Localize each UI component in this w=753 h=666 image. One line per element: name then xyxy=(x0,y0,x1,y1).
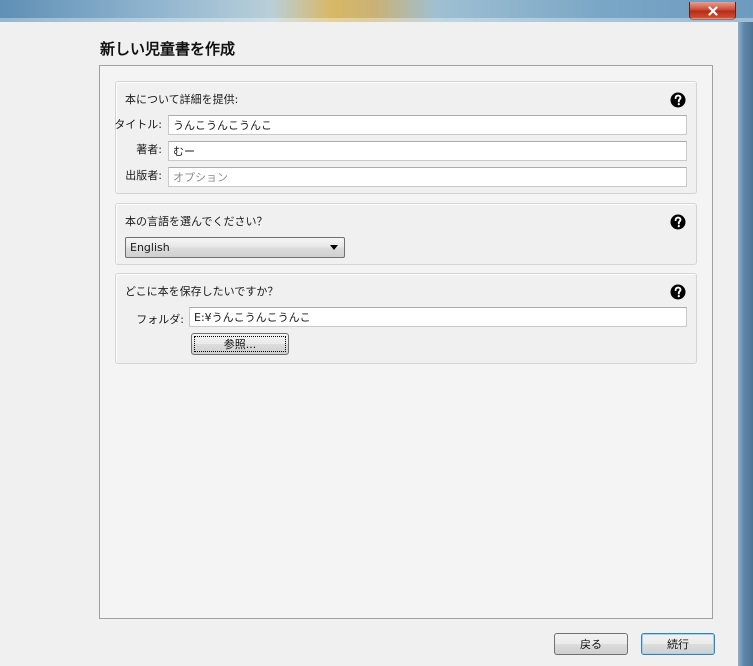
language-title: 本の言語を選んでください？ xyxy=(125,215,268,228)
book-details-title: 本について詳細を提供: xyxy=(125,93,239,106)
back-button[interactable]: 戻る xyxy=(554,633,628,655)
language-group: 本の言語を選んでください？ English xyxy=(115,203,697,265)
window-frame-right xyxy=(738,22,753,666)
help-icon[interactable] xyxy=(670,284,686,300)
help-icon[interactable] xyxy=(670,92,686,108)
publisher-label: 出版者: xyxy=(125,169,162,182)
page-title: 新しい児童書を作成 xyxy=(100,40,236,58)
language-select[interactable]: English xyxy=(125,237,345,258)
window-close-button[interactable] xyxy=(689,2,736,20)
close-icon xyxy=(707,5,718,16)
publisher-input[interactable]: オプション xyxy=(168,167,687,187)
language-select-value: English xyxy=(130,241,170,254)
title-bar xyxy=(0,0,753,22)
author-input[interactable]: むー xyxy=(168,141,687,161)
browse-button[interactable]: 参照... xyxy=(191,333,289,355)
next-button[interactable]: 続行 xyxy=(641,633,715,655)
author-label: 著者: xyxy=(136,143,162,156)
save-location-title: どこに本を保存したいですか？ xyxy=(125,285,279,298)
title-label: タイトル: xyxy=(114,118,162,131)
chevron-down-icon xyxy=(330,245,338,250)
save-location-group: どこに本を保存したいですか？ フォルダ: E:¥うんこうんこうんこ 参照... xyxy=(115,273,697,364)
title-input[interactable]: うんこうんこうんこ xyxy=(168,115,687,135)
folder-label: フォルダ: xyxy=(136,313,184,326)
book-details-group: 本について詳細を提供: タイトル: うんこうんこうんこ 著者: むー 出版者: … xyxy=(114,81,697,194)
folder-input[interactable]: E:¥うんこうんこうんこ xyxy=(189,307,687,327)
help-icon[interactable] xyxy=(670,214,686,230)
